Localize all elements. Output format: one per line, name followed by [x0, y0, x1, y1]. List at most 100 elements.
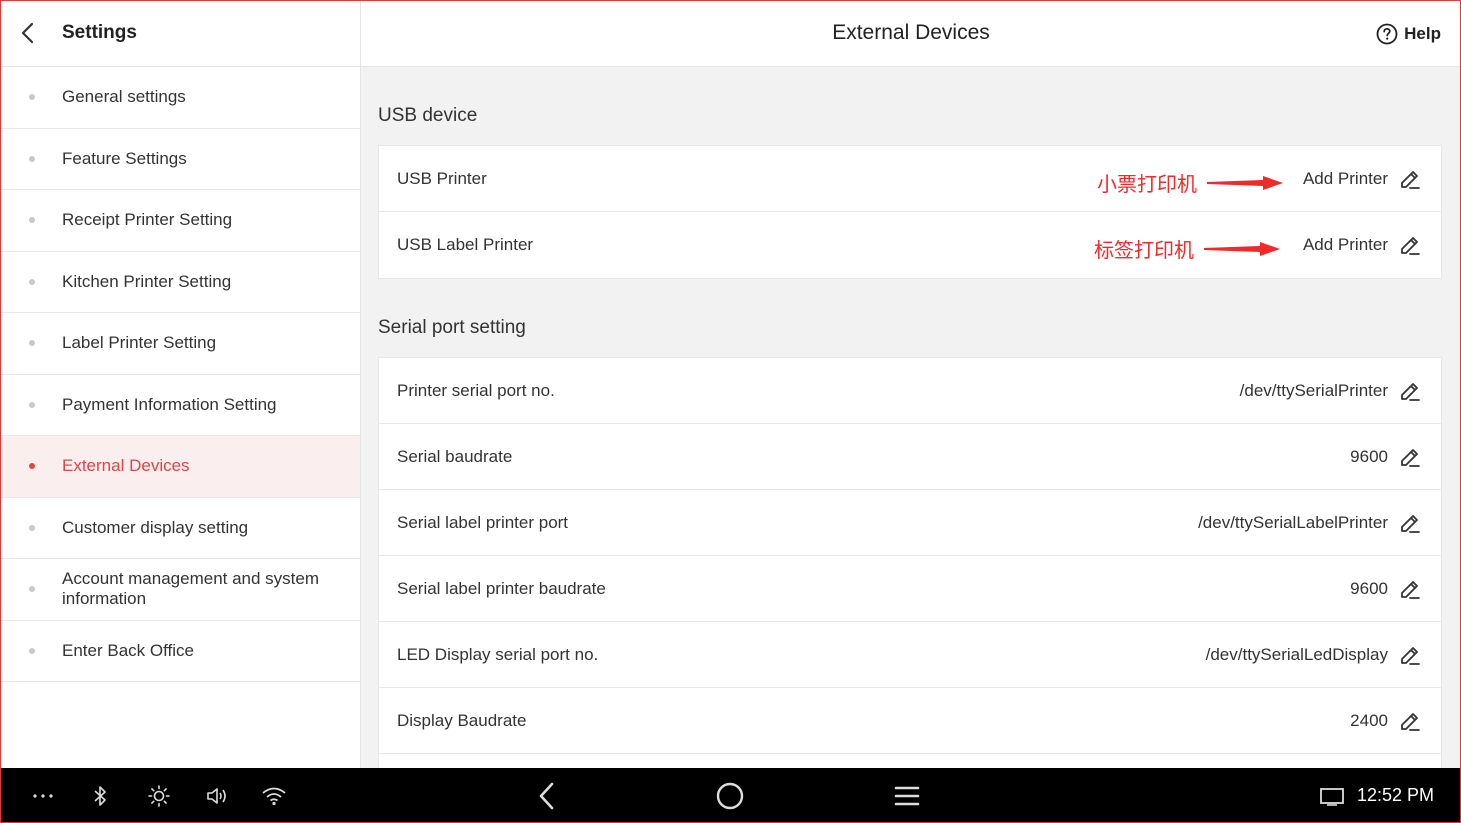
- row-value: Add Printer: [1302, 235, 1388, 254]
- sidebar-item-label-printer[interactable]: Label Printer Setting: [0, 313, 360, 375]
- sidebar-item-payment-information[interactable]: Payment Information Setting: [0, 375, 360, 436]
- edit-button[interactable]: [1398, 577, 1422, 601]
- row-label: Serial label printer port: [397, 512, 569, 532]
- more-icon: [33, 793, 53, 798]
- system-nav-bar: 12:52 PM: [0, 768, 1461, 823]
- annotation-receipt-printer: 小票打印机: [1097, 168, 1283, 197]
- row-value: Add Printer: [1302, 168, 1388, 188]
- help-button[interactable]: Help: [1376, 0, 1441, 67]
- edit-button[interactable]: [1398, 511, 1422, 535]
- sidebar-item-back-office[interactable]: Enter Back Office: [0, 621, 360, 682]
- wifi-button[interactable]: [259, 768, 289, 823]
- wifi-icon: [262, 787, 286, 805]
- help-label: Help: [1404, 23, 1441, 43]
- pencil-icon: [1401, 646, 1420, 665]
- row-label: LED Display serial port no.: [397, 644, 599, 664]
- sidebar-item-kitchen-printer[interactable]: Kitchen Printer Setting: [0, 252, 360, 313]
- row-value: 9600: [1350, 578, 1388, 598]
- brightness-button[interactable]: [145, 768, 173, 823]
- usb-device-card: USB Printer 小票打印机 Add Printer USB Label …: [378, 145, 1442, 279]
- more-button[interactable]: [30, 768, 56, 823]
- sidebar-item-label: External Devices: [62, 456, 190, 476]
- bullet-dot-icon: [29, 94, 35, 101]
- bullet-dot-icon: [29, 217, 35, 224]
- printer-serial-port-row[interactable]: Printer serial port no. /dev/ttySerialPr…: [379, 358, 1441, 424]
- display-baudrate-row[interactable]: Display Baudrate 2400: [379, 688, 1441, 754]
- volume-button[interactable]: [203, 768, 231, 823]
- sidebar-item-label: Payment Information Setting: [62, 394, 277, 414]
- sidebar-item-label: General settings: [62, 87, 186, 107]
- annotation-text: 标签打印机: [1094, 240, 1194, 262]
- led-display-serial-port-row[interactable]: LED Display serial port no. /dev/ttySeri…: [379, 622, 1441, 688]
- pencil-icon: [1401, 382, 1420, 401]
- status-clock: 12:52 PM: [1356, 785, 1434, 805]
- sidebar-title: Settings: [62, 22, 137, 43]
- main-header: External Devices Help: [361, 0, 1461, 67]
- sidebar-item-external-devices[interactable]: External Devices: [0, 436, 360, 498]
- pencil-icon: [1401, 712, 1420, 731]
- nav-back-icon: [539, 782, 554, 809]
- bullet-dot-icon: [29, 401, 35, 408]
- nav-menu-icon: [894, 786, 920, 805]
- nav-home-button[interactable]: [712, 768, 748, 823]
- edit-button[interactable]: [1398, 709, 1422, 733]
- row-label: Serial baudrate: [397, 446, 513, 466]
- sidebar-item-label: Kitchen Printer Setting: [62, 271, 232, 291]
- edit-button[interactable]: [1398, 379, 1422, 403]
- bluetooth-icon: [94, 785, 106, 806]
- serial-label-printer-port-row[interactable]: Serial label printer port /dev/ttySerial…: [379, 490, 1441, 556]
- serial-label-printer-baudrate-row[interactable]: Serial label printer baudrate 9600: [379, 556, 1441, 622]
- screen-button[interactable]: [1318, 768, 1346, 823]
- row-value: /dev/ttySerialPrinter: [1239, 380, 1388, 400]
- edit-button[interactable]: [1398, 233, 1422, 257]
- back-button[interactable]: [0, 0, 56, 67]
- bullet-dot-icon: [29, 155, 35, 162]
- sidebar-item-label: Label Printer Setting: [62, 333, 217, 353]
- arrow-right-icon: [1204, 241, 1280, 256]
- pencil-icon: [1401, 237, 1420, 255]
- nav-menu-button[interactable]: [890, 768, 924, 823]
- edit-button[interactable]: [1398, 445, 1422, 469]
- sidebar-item-account-management[interactable]: Account management and system informatio…: [0, 559, 360, 621]
- row-label: Printer serial port no.: [397, 380, 555, 400]
- sidebar-item-general-settings[interactable]: General settings: [0, 67, 360, 129]
- nav-home-icon: [716, 782, 744, 809]
- chevron-left-icon: [21, 22, 34, 44]
- edit-button[interactable]: [1398, 167, 1422, 191]
- bullet-dot-icon: [29, 586, 35, 593]
- bullet-dot-icon: [29, 463, 35, 470]
- annotation-text: 小票打印机: [1097, 174, 1197, 196]
- nav-back-button[interactable]: [532, 768, 562, 823]
- help-icon: [1376, 23, 1398, 44]
- settings-sidebar: Settings General settings Feature Settin…: [0, 0, 361, 768]
- sidebar-item-label: Account management and system informatio…: [62, 569, 320, 609]
- row-value: /dev/ttySerialLabelPrinter: [1198, 512, 1388, 532]
- bullet-dot-icon: [29, 647, 35, 654]
- pencil-icon: [1401, 448, 1420, 467]
- sidebar-item-customer-display[interactable]: Customer display setting: [0, 498, 360, 559]
- row-value: /dev/ttySerialLedDisplay: [1205, 644, 1388, 664]
- sidebar-item-receipt-printer[interactable]: Receipt Printer Setting: [0, 190, 360, 252]
- sidebar-item-label: Receipt Printer Setting: [62, 210, 233, 230]
- serial-baudrate-row[interactable]: Serial baudrate 9600: [379, 424, 1441, 490]
- usb-label-printer-row[interactable]: USB Label Printer 标签打印机 Add Printer: [379, 212, 1441, 278]
- annotation-label-printer: 标签打印机: [1094, 234, 1280, 263]
- page-title: External Devices: [832, 21, 990, 44]
- pencil-icon: [1401, 170, 1420, 189]
- usb-printer-row[interactable]: USB Printer 小票打印机 Add Printer: [379, 146, 1441, 212]
- bullet-dot-icon: [29, 278, 35, 285]
- pencil-icon: [1401, 514, 1420, 533]
- row-value: 2400: [1350, 710, 1388, 730]
- bullet-dot-icon: [29, 524, 35, 531]
- partial-row: [379, 754, 1441, 768]
- sidebar-item-label: Feature Settings: [62, 148, 187, 168]
- arrow-right-icon: [1207, 175, 1283, 190]
- bullet-dot-icon: [29, 340, 35, 347]
- main-panel: External Devices Help USB device USB Pri…: [361, 0, 1461, 768]
- usb-section-title: USB device: [378, 105, 478, 126]
- edit-button[interactable]: [1398, 643, 1422, 667]
- bluetooth-button[interactable]: [88, 768, 112, 823]
- sidebar-item-feature-settings[interactable]: Feature Settings: [0, 129, 360, 190]
- pencil-icon: [1401, 580, 1420, 599]
- row-value: 9600: [1350, 446, 1388, 466]
